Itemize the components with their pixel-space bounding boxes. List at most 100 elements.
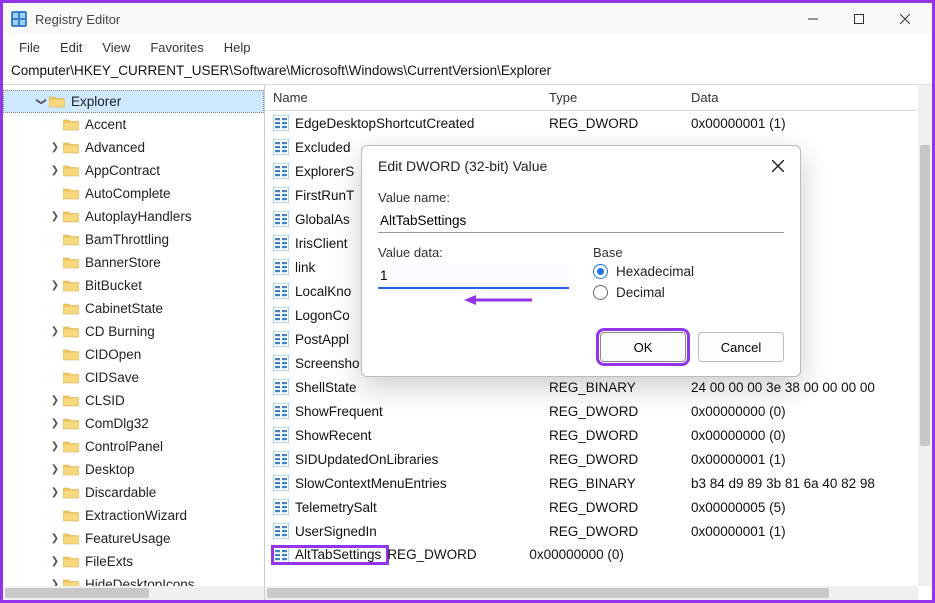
list-scrollbar-horizontal[interactable]	[265, 586, 918, 600]
folder-icon	[63, 141, 79, 154]
folder-icon	[63, 486, 79, 499]
tree-scrollbar-horizontal[interactable]	[3, 586, 264, 600]
tree-node[interactable]: ❯Advanced	[3, 136, 264, 159]
registry-value-icon	[273, 139, 289, 155]
tree-node-label: CD Burning	[85, 324, 155, 339]
table-row[interactable]: ShowRecentREG_DWORD0x00000000 (0)	[265, 423, 932, 447]
tree-node[interactable]: BamThrottling	[3, 228, 264, 251]
tree-node[interactable]: ❯AppContract	[3, 159, 264, 182]
chevron-right-icon: ❯	[49, 487, 61, 498]
registry-value-icon	[273, 187, 289, 203]
tree-node[interactable]: ❯ControlPanel	[3, 435, 264, 458]
menu-edit[interactable]: Edit	[50, 38, 92, 57]
table-row[interactable]: AltTabSettingsREG_DWORD0x00000000 (0)	[265, 543, 932, 567]
registry-value-icon	[273, 379, 289, 395]
table-row[interactable]: TelemetrySaltREG_DWORD0x00000005 (5)	[265, 495, 932, 519]
minimize-button[interactable]	[790, 3, 836, 35]
folder-icon	[63, 187, 79, 200]
table-row[interactable]: ShellStateREG_BINARY24 00 00 00 3e 38 00…	[265, 375, 932, 399]
tree-node[interactable]: ❯Desktop	[3, 458, 264, 481]
radio-hexadecimal[interactable]: Hexadecimal	[593, 264, 784, 279]
tree-node[interactable]: ❯AutoplayHandlers	[3, 205, 264, 228]
scrollbar-thumb[interactable]	[5, 588, 149, 598]
tree-node-label: Accent	[85, 117, 126, 132]
value-data-input[interactable]	[378, 264, 569, 289]
registry-tree[interactable]: ❯Explorer Accent ❯Advanced❯AppContract Auto…	[3, 90, 264, 596]
value-type: REG_DWORD	[549, 452, 691, 467]
folder-icon	[63, 210, 79, 223]
tree-node[interactable]: ❯Discardable	[3, 481, 264, 504]
folder-icon	[63, 164, 79, 177]
folder-icon	[49, 95, 65, 108]
registry-value-icon	[273, 427, 289, 443]
registry-value-icon	[273, 115, 289, 131]
chevron-right-icon: ❯	[49, 441, 61, 452]
tree-node-label: FileExts	[85, 554, 133, 569]
dialog-close-button[interactable]	[768, 156, 788, 176]
value-data: b3 84 d9 89 3b 81 6a 40 82 98	[691, 476, 932, 491]
ok-button[interactable]: OK	[600, 332, 686, 362]
tree-node[interactable]: ExtractionWizard	[3, 504, 264, 527]
scrollbar-thumb[interactable]	[920, 145, 930, 446]
value-data: 0x00000000 (0)	[691, 428, 932, 443]
registry-value-icon	[273, 451, 289, 467]
tree-node-label: CLSID	[85, 393, 125, 408]
list-scrollbar-vertical[interactable]	[918, 85, 932, 586]
column-header-name[interactable]: Name	[273, 90, 549, 105]
value-name: TelemetrySalt	[295, 500, 377, 515]
value-data-label: Value data:	[378, 245, 569, 260]
tree-node[interactable]: CIDOpen	[3, 343, 264, 366]
base-group-label: Base	[593, 245, 784, 260]
value-type: REG_DWORD	[549, 500, 691, 515]
folder-icon	[63, 348, 79, 361]
tree-node[interactable]: BannerStore	[3, 251, 264, 274]
value-name-field[interactable]: AltTabSettings	[378, 209, 784, 233]
tree-node[interactable]: ❯BitBucket	[3, 274, 264, 297]
value-name: GlobalAs	[295, 212, 350, 227]
table-row[interactable]: ShowFrequentREG_DWORD0x00000000 (0)	[265, 399, 932, 423]
column-header-type[interactable]: Type	[549, 90, 691, 105]
tree-node-label: AutoplayHandlers	[85, 209, 192, 224]
scrollbar-thumb[interactable]	[267, 588, 829, 598]
menu-help[interactable]: Help	[214, 38, 261, 57]
tree-node[interactable]: ❯CLSID	[3, 389, 264, 412]
tree-node-label: AutoComplete	[85, 186, 171, 201]
registry-value-icon	[273, 307, 289, 323]
tree-node-root[interactable]: ❯Explorer	[3, 90, 264, 113]
tree-node[interactable]: CIDSave	[3, 366, 264, 389]
tree-node[interactable]: ❯FeatureUsage	[3, 527, 264, 550]
table-row[interactable]: UserSignedInREG_DWORD0x00000001 (1)	[265, 519, 932, 543]
chevron-right-icon: ❯	[49, 556, 61, 567]
registry-value-icon	[273, 523, 289, 539]
folder-icon	[63, 256, 79, 269]
close-button[interactable]	[882, 3, 928, 35]
maximize-button[interactable]	[836, 3, 882, 35]
chevron-right-icon: ❯	[49, 533, 61, 544]
value-type: REG_DWORD	[549, 428, 691, 443]
radio-label: Decimal	[616, 285, 665, 300]
menu-view[interactable]: View	[92, 38, 140, 57]
column-header-data[interactable]: Data	[691, 90, 932, 105]
radio-decimal[interactable]: Decimal	[593, 285, 784, 300]
tree-node[interactable]: ❯ComDlg32	[3, 412, 264, 435]
value-name: ShowFrequent	[295, 404, 383, 419]
tree-node[interactable]: ❯CD Burning	[3, 320, 264, 343]
menu-file[interactable]: File	[9, 38, 50, 57]
cancel-button[interactable]: Cancel	[698, 332, 784, 362]
value-name: EdgeDesktopShortcutCreated	[295, 116, 474, 131]
tree-node-label: CabinetState	[85, 301, 163, 316]
tree-node[interactable]: Accent	[3, 113, 264, 136]
value-name: IrisClient	[295, 236, 348, 251]
tree-node[interactable]: AutoComplete	[3, 182, 264, 205]
tree-node[interactable]: ❯ FileExts	[3, 550, 264, 573]
address-bar[interactable]: Computer\HKEY_CURRENT_USER\Software\Micr…	[3, 59, 932, 85]
table-row[interactable]: SlowContextMenuEntriesREG_BINARYb3 84 d9…	[265, 471, 932, 495]
tree-node[interactable]: CabinetState	[3, 297, 264, 320]
app-icon	[11, 11, 27, 27]
menu-favorites[interactable]: Favorites	[140, 38, 213, 57]
chevron-right-icon: ❯	[49, 280, 61, 291]
table-row[interactable]: SIDUpdatedOnLibrariesREG_DWORD0x00000001…	[265, 447, 932, 471]
table-row[interactable]: EdgeDesktopShortcutCreatedREG_DWORD0x000…	[265, 111, 932, 135]
radio-label: Hexadecimal	[616, 264, 694, 279]
folder-icon	[63, 118, 79, 131]
